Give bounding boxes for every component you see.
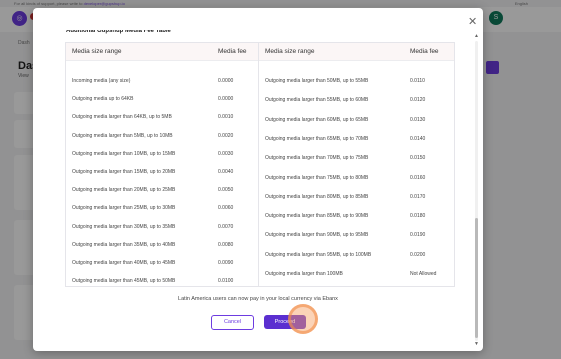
media-size-range: Outgoing media up to 64KB bbox=[72, 96, 134, 103]
media-size-range: Outgoing media larger than 40MB, up to 4… bbox=[72, 260, 176, 266]
table-header: Media size range Media fee bbox=[259, 43, 454, 61]
media-size-range: Outgoing media larger than 15MB, up to 2… bbox=[72, 169, 176, 175]
media-size-range: Outgoing media larger than 100MB bbox=[265, 271, 343, 277]
media-size-range: Outgoing media larger than 75MB, up to 8… bbox=[265, 174, 369, 181]
media-size-range: Outgoing media larger than 30MB, up to 3… bbox=[72, 223, 176, 230]
media-fee-modal: Additional Gupshup Media Fee Table ✕ ▲ ▼… bbox=[33, 8, 483, 351]
media-size-range: Outgoing media larger than 45MB, up to 5… bbox=[72, 278, 176, 285]
media-fee: 0.0010 bbox=[218, 114, 234, 121]
media-fee: 0.0200 bbox=[410, 251, 426, 258]
media-size-range: Outgoing media larger than 70MB, up to 7… bbox=[265, 155, 369, 162]
media-fee: 0.0160 bbox=[410, 174, 426, 181]
media-fee: 0.0150 bbox=[410, 155, 426, 162]
column-header-range: Media size range bbox=[265, 48, 315, 55]
media-size-range: Outgoing media larger than 85MB, up to 9… bbox=[265, 213, 369, 220]
cancel-button[interactable]: Cancel bbox=[211, 315, 254, 330]
media-fee: 0.0130 bbox=[410, 116, 426, 123]
media-fee: 0.0000 bbox=[218, 78, 234, 84]
column-header-range: Media size range bbox=[72, 48, 122, 55]
media-fee: 0.0020 bbox=[218, 132, 234, 139]
scrollbar-thumb[interactable] bbox=[475, 218, 478, 338]
media-size-range: Outgoing media larger than 35MB, up to 4… bbox=[72, 241, 176, 248]
media-size-range: Outgoing media larger than 50MB, up to 5… bbox=[265, 78, 369, 84]
media-size-range: Outgoing media larger than 20MB, up to 2… bbox=[72, 187, 176, 194]
media-fee: 0.0030 bbox=[218, 150, 234, 157]
click-indicator bbox=[288, 304, 318, 334]
modal-heading: Additional Gupshup Media Fee Table bbox=[66, 30, 171, 34]
close-icon[interactable]: ✕ bbox=[468, 15, 477, 28]
media-fee: 0.0190 bbox=[410, 232, 426, 239]
media-fee: 0.0080 bbox=[218, 241, 234, 248]
media-fee: 0.0170 bbox=[410, 193, 426, 200]
media-fee: 0.0090 bbox=[218, 260, 234, 266]
column-header-fee: Media fee bbox=[410, 48, 439, 55]
scroll-up-icon[interactable]: ▲ bbox=[474, 33, 479, 39]
media-fee: 0.0120 bbox=[410, 97, 426, 104]
media-size-range: Outgoing media larger than 25MB, up to 3… bbox=[72, 205, 176, 212]
media-fee: 0.0100 bbox=[218, 278, 234, 285]
media-fee-tables: Media size range Media fee Incoming medi… bbox=[65, 42, 455, 287]
media-size-range: Outgoing media larger than 55MB, up to 6… bbox=[265, 97, 369, 104]
media-size-range: Incoming media (any size) bbox=[72, 78, 131, 84]
media-size-range: Outgoing media larger than 65MB, up to 7… bbox=[265, 135, 369, 142]
media-size-range: Outgoing media larger than 60MB, up to 6… bbox=[265, 116, 369, 123]
media-fee: 0.0040 bbox=[218, 169, 234, 175]
column-header-fee: Media fee bbox=[218, 48, 247, 55]
media-fee: 0.0000 bbox=[218, 96, 234, 103]
media-size-range: Outgoing media larger than 95MB, up to 1… bbox=[265, 251, 372, 258]
media-fee-table-left: Media size range Media fee Incoming medi… bbox=[66, 43, 259, 286]
media-size-range: Outgoing media larger than 90MB, up to 9… bbox=[265, 232, 369, 239]
media-fee: Not Allowed bbox=[410, 271, 437, 277]
media-size-range: Outgoing media larger than 5MB, up to 10… bbox=[72, 132, 173, 139]
media-fee-table-right: Media size range Media fee Outgoing medi… bbox=[259, 43, 454, 286]
media-fee: 0.0070 bbox=[218, 223, 234, 230]
media-fee: 0.0140 bbox=[410, 135, 426, 142]
media-size-range: Outgoing media larger than 64KB, up to 5… bbox=[72, 114, 172, 121]
media-fee: 0.0060 bbox=[218, 205, 234, 212]
media-size-range: Outgoing media larger than 10MB, up to 1… bbox=[72, 150, 176, 157]
media-fee: 0.0110 bbox=[410, 78, 425, 84]
scroll-down-icon[interactable]: ▼ bbox=[474, 341, 479, 347]
table-header: Media size range Media fee bbox=[66, 43, 258, 61]
media-fee: 0.0180 bbox=[410, 213, 426, 220]
media-size-range: Outgoing media larger than 80MB, up to 8… bbox=[265, 193, 369, 200]
media-fee: 0.0050 bbox=[218, 187, 234, 194]
ebanx-promo-text: Latin America users can now pay in your … bbox=[178, 296, 338, 302]
